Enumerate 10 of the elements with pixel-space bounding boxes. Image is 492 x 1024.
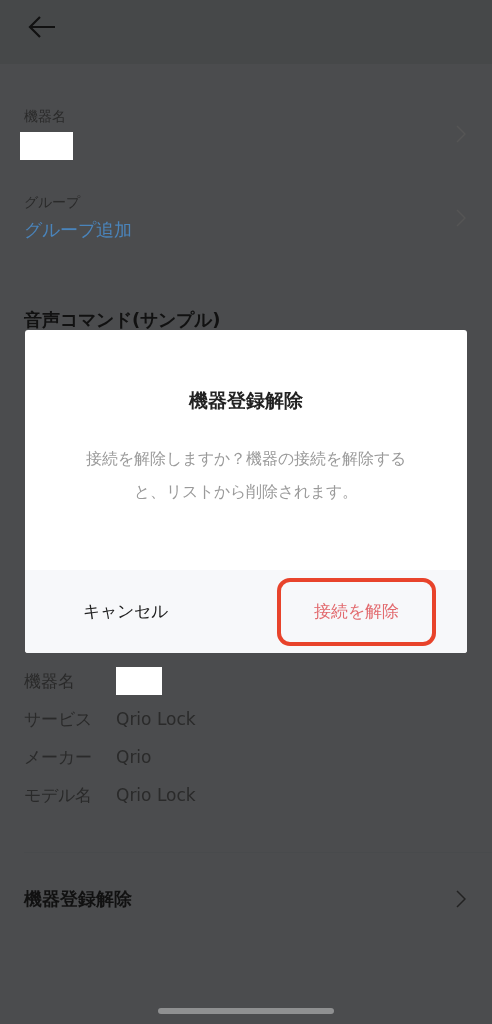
redaction-block (20, 132, 73, 160)
dialog-title: 機器登録解除 (189, 388, 303, 413)
redaction-block (116, 667, 162, 695)
dialog-message: 接続を解除しますか？機器の接続を解除すると、リストから削除されます。 (85, 448, 407, 503)
group-link[interactable]: グループ追加 (24, 218, 132, 242)
back-arrow-icon[interactable] (28, 16, 56, 38)
unregister-item[interactable]: 機器登録解除 (24, 887, 132, 911)
chevron-right-icon[interactable] (456, 890, 466, 908)
disconnect-button[interactable]: 接続を解除 (276, 577, 436, 646)
cancel-button[interactable]: キャンセル (56, 580, 194, 643)
